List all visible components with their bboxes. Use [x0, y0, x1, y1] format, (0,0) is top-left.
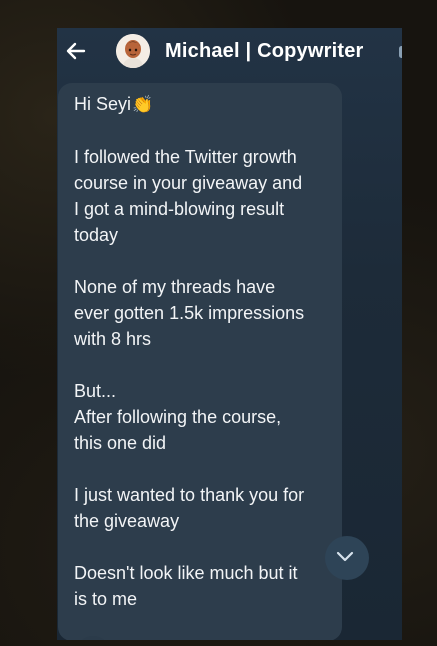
- message-bubble[interactable]: Hi Seyi👏 I followed the Twitter growth c…: [58, 83, 342, 640]
- header-menu-icon[interactable]: [399, 46, 402, 58]
- chat-header: Michael | Copywriter: [57, 28, 402, 78]
- message-body: I followed the Twitter growth course in …: [74, 147, 305, 609]
- message-greeting: Hi Seyi👏: [74, 91, 328, 118]
- scroll-down-button[interactable]: [325, 536, 369, 580]
- avatar[interactable]: [116, 34, 150, 68]
- back-arrow-icon[interactable]: [64, 39, 88, 63]
- chevron-down-icon: [335, 550, 355, 569]
- greeting-text: Hi Seyi: [74, 94, 132, 114]
- contact-name[interactable]: Michael | Copywriter: [165, 40, 364, 63]
- clapping-hands-emoji: 👏: [132, 95, 154, 115]
